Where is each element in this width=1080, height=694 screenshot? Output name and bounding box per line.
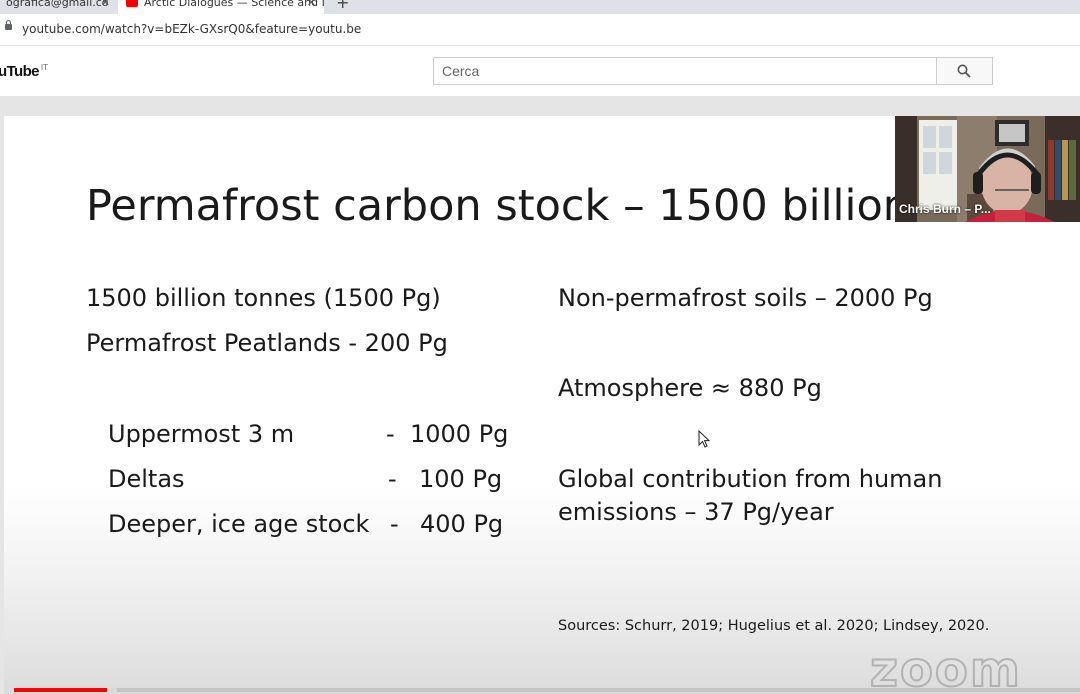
breakdown-label: Deeper, ice age stock [108,510,370,538]
lock-icon[interactable] [5,20,12,30]
url-text[interactable]: youtube.com/watch?v=bEZk-GXsrQ0&feature=… [22,22,361,36]
breakdown-label: Uppermost 3 m [108,420,295,448]
peatlands-line: Permafrost Peatlands - 200 Pg [86,329,448,357]
total-stock-line: 1500 billion tonnes (1500 Pg) [86,284,441,312]
played-indicator [14,688,107,692]
browser-tab-strip: ografica@gmail.co ✕ Arctic Dialogues — S… [0,0,1080,14]
human-emissions-line-2: emissions – 37 Pg/year [558,498,834,526]
youtube-logo[interactable]: uTube IT [0,63,48,80]
breakdown-value: 1000 Pg [410,420,509,448]
tab-label: Arctic Dialogues — Science and I [144,0,324,9]
breakdown-label: Deltas [108,465,185,493]
breakdown-dash: - [390,510,399,538]
breakdown-dash: - [388,465,397,493]
human-emissions-line-1: Global contribution from human [558,465,943,493]
breakdown-value: 100 Pg [419,465,503,493]
atmosphere-line: Atmosphere ≈ 880 Pg [558,374,822,402]
zoom-watermark: zoom [869,641,1022,694]
close-tab-icon[interactable]: ✕ [101,0,110,12]
speaker-webcam: Chris Burn – P... [895,116,1080,222]
breakdown-value: 400 Pg [420,510,504,538]
mouse-cursor-icon [698,430,711,448]
youtube-header: uTube IT Cerca [0,46,1080,96]
youtube-favicon-icon [126,0,138,7]
region-code: IT [40,63,48,72]
non-permafrost-soils-line: Non-permafrost soils – 2000 Pg [558,284,933,312]
search-icon [957,64,971,78]
search-input[interactable]: Cerca [433,57,937,85]
logo-text: uTube [0,63,39,80]
search-button[interactable] [936,57,993,85]
video-progress-bar[interactable] [14,688,1080,692]
close-tab-icon[interactable]: ✕ [307,0,316,12]
address-bar[interactable]: youtube.com/watch?v=bEZk-GXsrQ0&feature=… [0,14,1080,46]
video-player[interactable]: Permafrost carbon stock – 1500 billion t… [0,96,1080,694]
participant-name-label: Chris Burn – P... [899,202,991,216]
sources-citation: Sources: Schurr, 2019; Hugelius et al. 2… [558,618,990,634]
slide-title: Permafrost carbon stock – 1500 billion t… [86,181,967,231]
browser-tab-gmail[interactable]: ografica@gmail.co ✕ [0,0,118,14]
browser-tab-youtube[interactable]: Arctic Dialogues — Science and I ✕ [118,0,324,14]
new-tab-button[interactable]: + [336,0,349,12]
tab-label: ografica@gmail.co [6,0,109,9]
breakdown-dash: - [386,420,395,448]
